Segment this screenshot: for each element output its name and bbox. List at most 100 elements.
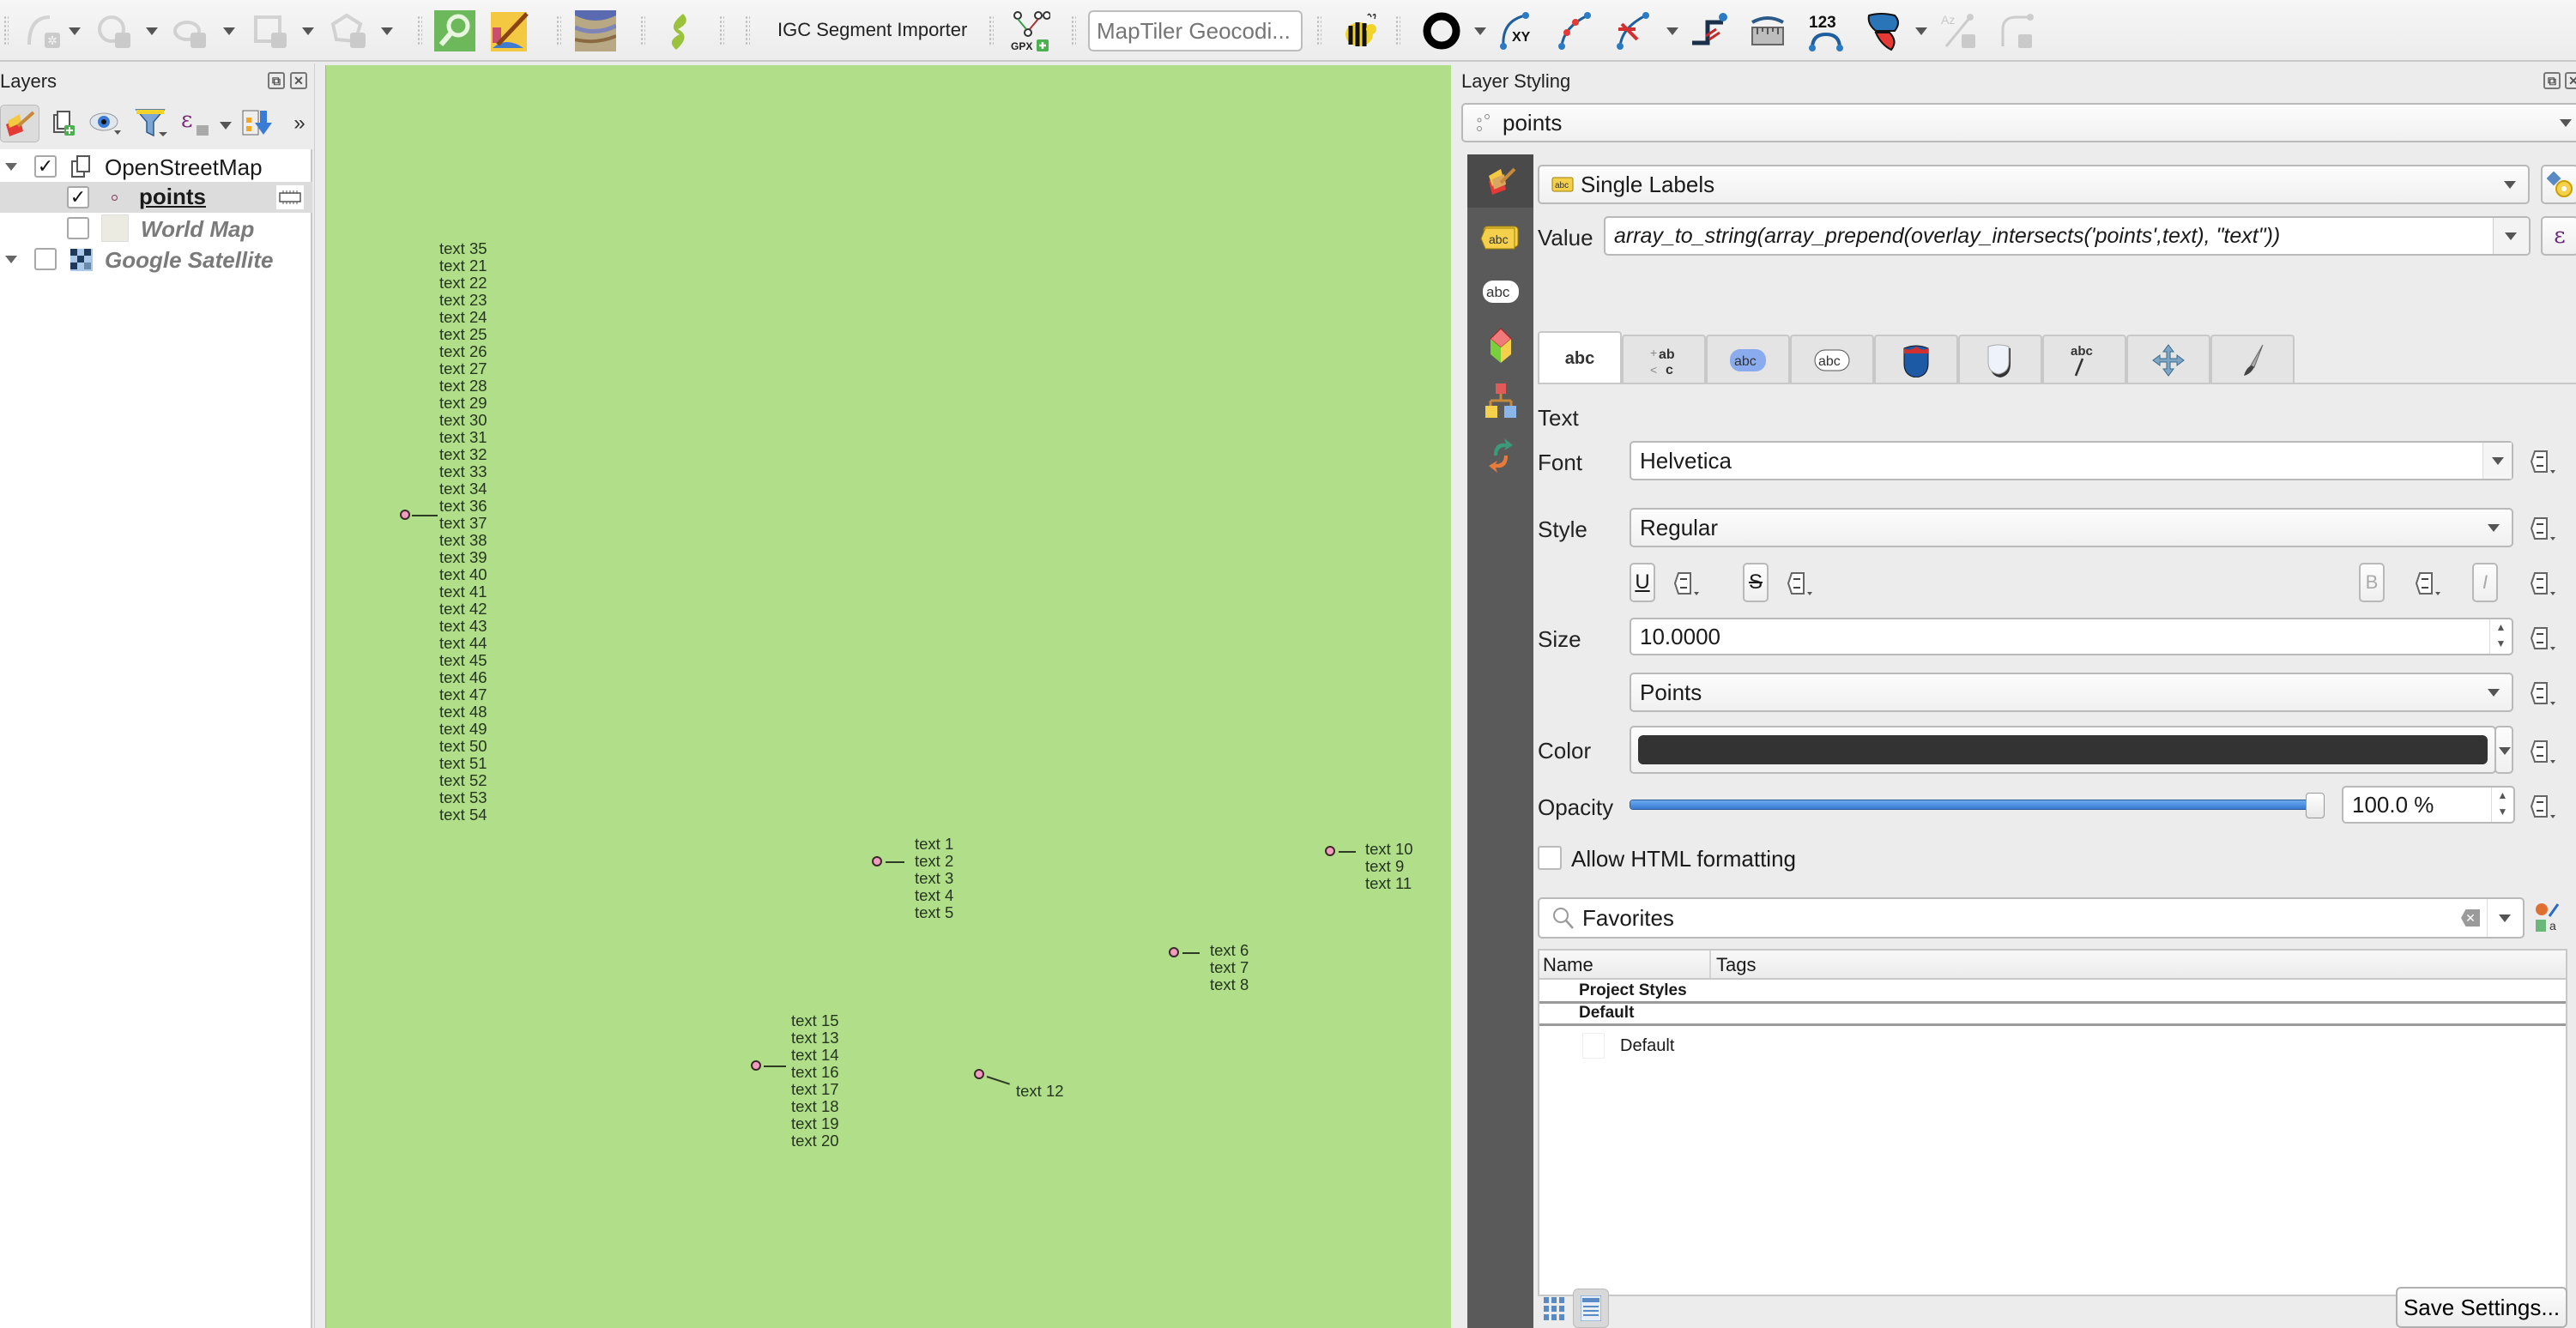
map-point[interactable]: [751, 1060, 761, 1071]
tab-callouts[interactable]: abc: [2042, 335, 2126, 384]
map-point[interactable]: [1325, 846, 1335, 856]
opacity-spinbox[interactable]: 100.0 % ▲ ▼: [2342, 786, 2515, 824]
diagrams-icon[interactable]: [1467, 374, 1533, 427]
digitize-rectangle-icon[interactable]: [249, 10, 290, 51]
tab-buffer[interactable]: abc: [1706, 335, 1790, 384]
layer-tree-item-google-satellite[interactable]: Google Satellite: [0, 244, 312, 275]
size-unit-select[interactable]: Points: [1630, 673, 2513, 712]
column-header-tags[interactable]: Tags: [1716, 954, 1756, 976]
toolbar-grip[interactable]: [1316, 15, 1321, 46]
data-defined-override-icon[interactable]: [1782, 568, 1813, 599]
tab-placement[interactable]: [2126, 335, 2210, 384]
layer-select[interactable]: points: [1461, 103, 2576, 142]
layer-visibility-checkbox[interactable]: ✓: [67, 186, 89, 208]
opacity-slider-track[interactable]: [1630, 800, 2325, 810]
igc-segment-importer-button[interactable]: IGC Segment Importer: [777, 19, 967, 41]
layer-tree-item-world-map[interactable]: World Map: [0, 213, 312, 244]
digitize-ellipse-icon[interactable]: [168, 10, 209, 51]
data-defined-override-icon[interactable]: [2525, 568, 2556, 599]
layer-visibility-checkbox[interactable]: ✓: [34, 155, 57, 178]
vertex-delete-icon[interactable]: [1613, 10, 1654, 51]
chevron-down-icon[interactable]: [1474, 27, 1486, 35]
close-panel-button[interactable]: ✕: [2565, 72, 2576, 89]
map-point[interactable]: [974, 1069, 984, 1079]
chevron-down-icon[interactable]: [146, 27, 158, 35]
shape-tool-icon[interactable]: [1864, 10, 1905, 51]
xy-icon[interactable]: XY: [1497, 10, 1538, 51]
digitize-circle-icon[interactable]: [93, 10, 134, 51]
symbology-icon[interactable]: [1467, 154, 1533, 208]
expression-builder-button[interactable]: ε: [2541, 216, 2576, 256]
size-stepper[interactable]: ▲ ▼: [2489, 619, 2512, 654]
expand-arrow-icon[interactable]: [5, 163, 17, 171]
data-defined-override-icon[interactable]: [2525, 446, 2556, 477]
value-expression-input[interactable]: array_to_string(array_prepend(overlay_in…: [1604, 216, 2531, 256]
buffer-ring-icon[interactable]: [1421, 10, 1462, 51]
column-header-name[interactable]: Name: [1543, 954, 1593, 976]
tab-mask[interactable]: abc: [1790, 335, 1874, 384]
panel-splitter[interactable]: [314, 63, 325, 1328]
icon-view-button[interactable]: [1544, 1295, 1564, 1321]
panel-splitter[interactable]: [1451, 63, 1458, 1328]
style-group-project-styles[interactable]: Project Styles: [1539, 981, 2566, 1004]
tab-rendering[interactable]: [2210, 335, 2295, 384]
3d-view-icon[interactable]: [1467, 319, 1533, 372]
map-point[interactable]: [872, 856, 882, 866]
color-button[interactable]: [1630, 726, 2496, 774]
map-draw-icon[interactable]: [489, 10, 530, 51]
toolbar-grip[interactable]: [640, 15, 645, 46]
data-defined-override-icon[interactable]: [2525, 736, 2556, 767]
toolbar-grip[interactable]: [719, 15, 724, 46]
style-manager-icon[interactable]: [0, 105, 39, 142]
chevron-down-icon[interactable]: [1666, 27, 1678, 35]
filter-icon[interactable]: [132, 105, 172, 142]
node-tool-icon[interactable]: [1996, 10, 2037, 51]
data-defined-override-icon[interactable]: [2525, 678, 2556, 709]
data-defined-override-icon[interactable]: [1669, 568, 1700, 599]
digitize-polygon-icon[interactable]: [328, 10, 369, 51]
tab-background[interactable]: [1874, 335, 1958, 384]
maptiler-geocoding-input[interactable]: [1088, 10, 1303, 51]
style-item-default[interactable]: Default: [1620, 1036, 1674, 1056]
memory-layer-icon[interactable]: [276, 185, 304, 209]
style-search-input[interactable]: Favorites ✕: [1538, 897, 2525, 939]
value-field-dropdown[interactable]: [2493, 218, 2529, 254]
renderer-select[interactable]: abc Single Labels: [1538, 165, 2530, 204]
data-defined-override-icon[interactable]: [2525, 791, 2556, 822]
strikeout-button[interactable]: S: [1743, 563, 1769, 602]
style-group-default[interactable]: Default: [1539, 1004, 2566, 1026]
search-plugin-icon[interactable]: [434, 10, 475, 51]
map-canvas[interactable]: text 35 text 21 text 22 text 23 text 24 text …: [325, 65, 1451, 1328]
color-dropdown[interactable]: [2494, 726, 2513, 774]
save-settings-button[interactable]: Save Settings...: [2396, 1287, 2567, 1328]
numbering-icon[interactable]: 123: [1805, 10, 1847, 51]
allow-html-checkbox[interactable]: [1538, 846, 1562, 870]
layer-tree-item-openstreetmap[interactable]: ✓ OpenStreetMap: [0, 151, 312, 182]
list-view-button[interactable]: [1573, 1289, 1609, 1328]
toolbar-grip[interactable]: [745, 15, 750, 46]
map-point[interactable]: [400, 510, 410, 520]
layer-tree-item-points[interactable]: ✓ points: [0, 182, 312, 213]
data-defined-override-icon[interactable]: [2525, 623, 2556, 654]
toolbar-grip[interactable]: [3, 15, 9, 46]
column-divider[interactable]: [1709, 951, 1711, 978]
opacity-stepper[interactable]: ▲ ▼: [2491, 788, 2513, 822]
search-dropdown[interactable]: [2487, 899, 2523, 937]
font-style-select[interactable]: Regular: [1630, 508, 2513, 547]
font-dropdown[interactable]: [2482, 443, 2512, 479]
chevron-down-icon[interactable]: [302, 27, 314, 35]
raster-terrain-icon[interactable]: [575, 10, 616, 51]
toolbar-grip[interactable]: [1395, 15, 1400, 46]
toolbar-grip[interactable]: [556, 15, 561, 46]
digitize-curve-icon[interactable]: ✲: [22, 10, 63, 51]
float-panel-button[interactable]: ⧉: [2543, 72, 2561, 89]
layer-visibility-checkbox[interactable]: [67, 217, 89, 239]
data-defined-override-icon[interactable]: [2525, 513, 2556, 544]
opacity-slider-handle[interactable]: [2306, 793, 2325, 818]
expand-collapse-icon[interactable]: [237, 105, 276, 142]
gpx-add-icon[interactable]: GPX: [1009, 10, 1050, 51]
toolbar-grip[interactable]: [417, 15, 422, 46]
data-defined-override-icon[interactable]: [2410, 568, 2441, 599]
map-point[interactable]: [1169, 947, 1179, 957]
visibility-icon[interactable]: [86, 105, 125, 142]
